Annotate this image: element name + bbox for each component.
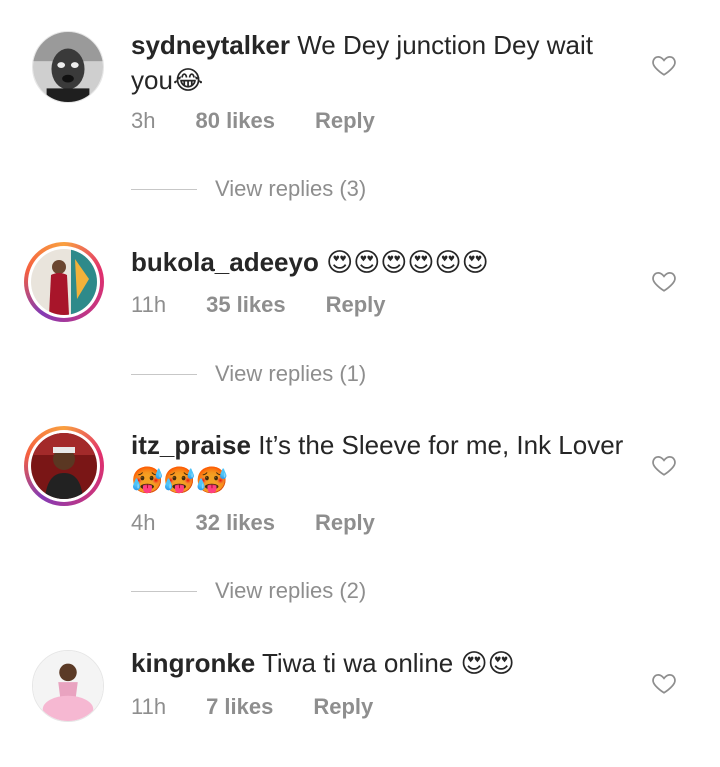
comment-likes[interactable]: 35 likes <box>206 292 286 318</box>
comment-text: kingronke Tiwa ti wa online 😍😍 <box>131 646 631 682</box>
comment-body: It’s the Sleeve for me, Ink Lover <box>258 430 624 460</box>
comment-meta: 4h 32 likes Reply <box>131 510 415 536</box>
comment-emoji: 🥵🥵🥵 <box>131 466 229 496</box>
view-replies-label: View replies (2) <box>215 578 367 603</box>
view-replies-button[interactable]: View replies (2) <box>131 576 366 606</box>
reply-button[interactable]: Reply <box>315 510 375 536</box>
comment-body: Tiwa ti wa online <box>262 648 454 678</box>
comment-emoji: 😂 <box>172 66 204 96</box>
heart-outline-icon[interactable] <box>651 670 677 696</box>
divider <box>131 373 197 375</box>
comment-time: 11h <box>131 694 167 719</box>
comment-likes[interactable]: 80 likes <box>195 108 275 134</box>
reply-button[interactable]: Reply <box>315 108 375 134</box>
comment-meta: 11h 35 likes Reply <box>131 292 426 318</box>
comment-meta: 3h 80 likes Reply <box>131 108 415 134</box>
comment-time: 4h <box>131 510 156 535</box>
view-replies-button[interactable]: View replies (1) <box>131 359 366 389</box>
comment-likes[interactable]: 32 likes <box>195 510 275 536</box>
avatar[interactable] <box>24 242 104 322</box>
comment-meta: 11h 7 likes Reply <box>131 694 413 720</box>
comment-text: itz_praise It’s the Sleeve for me, Ink L… <box>131 428 631 499</box>
divider <box>131 590 197 592</box>
avatar[interactable] <box>24 426 104 506</box>
comment-username[interactable]: itz_praise <box>131 430 251 460</box>
view-replies-button[interactable]: View replies (3) <box>131 174 366 204</box>
comment-time: 11h <box>131 292 167 317</box>
comment-emoji: 😍😍 <box>460 649 515 679</box>
heart-outline-icon[interactable] <box>651 452 677 478</box>
comment-time: 3h <box>131 108 156 133</box>
comment-username[interactable]: sydneytalker <box>131 30 290 60</box>
avatar[interactable] <box>32 31 104 103</box>
comment-emoji: 😍😍😍😍😍😍 <box>326 248 489 278</box>
view-replies-label: View replies (1) <box>215 361 367 386</box>
comment-text: sydneytalker We Dey junction Dey wait yo… <box>131 28 631 99</box>
comment-likes[interactable]: 7 likes <box>206 694 273 720</box>
reply-button[interactable]: Reply <box>313 694 373 720</box>
reply-button[interactable]: Reply <box>326 292 386 318</box>
heart-outline-icon[interactable] <box>651 268 677 294</box>
comment-text: bukola_adeeyo 😍😍😍😍😍😍 <box>131 245 631 281</box>
comment-username[interactable]: bukola_adeeyo <box>131 247 319 277</box>
comment-username[interactable]: kingronke <box>131 648 255 678</box>
avatar[interactable] <box>32 650 104 722</box>
heart-outline-icon[interactable] <box>651 52 677 78</box>
divider <box>131 188 197 190</box>
view-replies-label: View replies (3) <box>215 176 367 201</box>
